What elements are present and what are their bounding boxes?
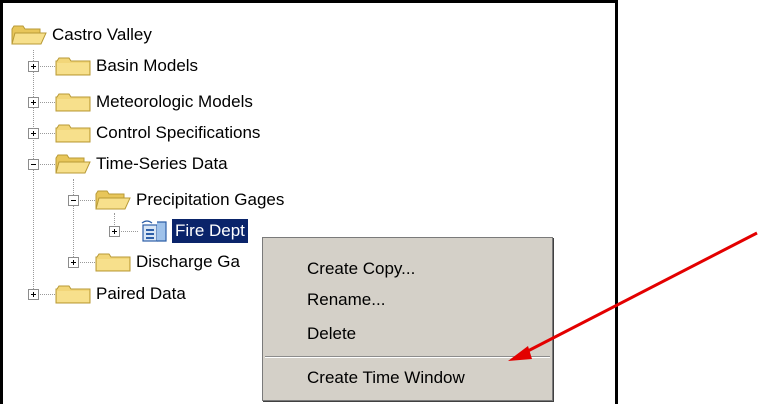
red-arrow-icon [508, 231, 758, 361]
